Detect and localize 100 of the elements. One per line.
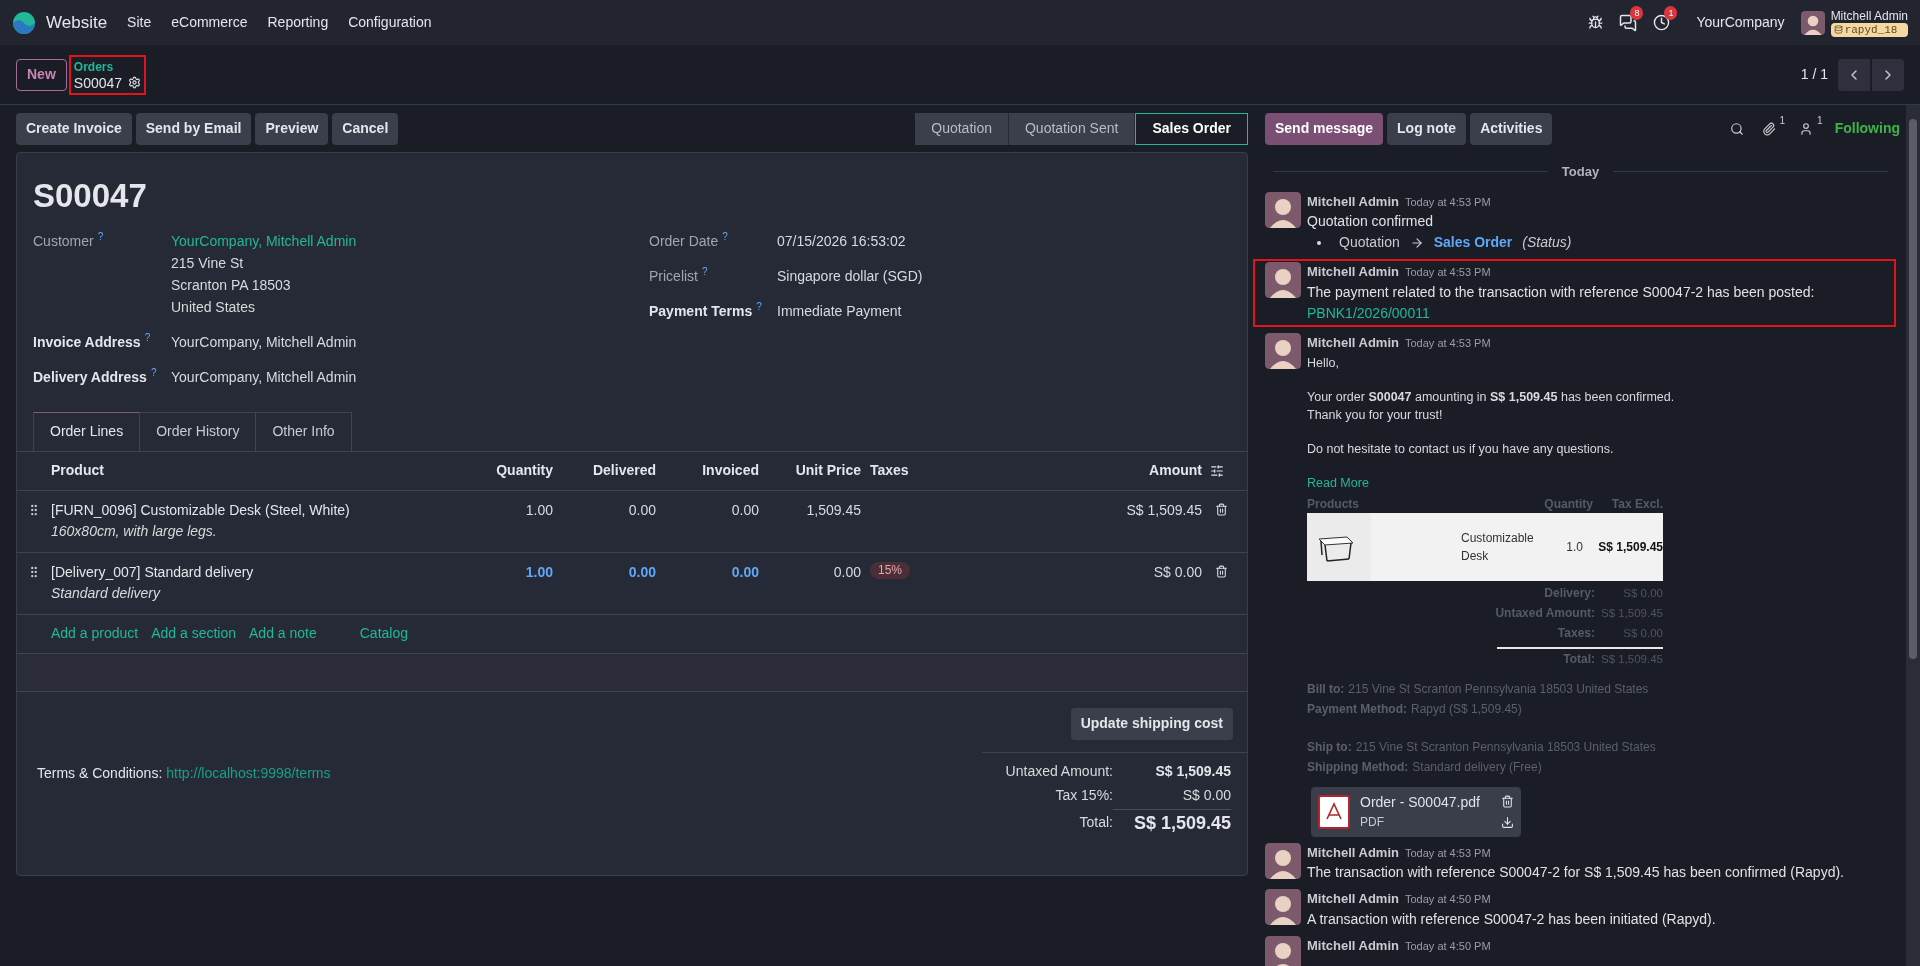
product-name: Customizable Desk bbox=[1461, 529, 1535, 565]
column-header[interactable]: Taxes bbox=[861, 460, 1061, 481]
column-header[interactable]: Product bbox=[51, 460, 470, 481]
delivered-cell-text: 0.00 bbox=[627, 500, 656, 520]
form-tab[interactable]: Order Lines bbox=[33, 411, 141, 451]
column-settings-icon[interactable] bbox=[1210, 463, 1224, 478]
column-header[interactable]: Quantity bbox=[470, 460, 553, 481]
summary-label: Delivery: bbox=[1544, 584, 1595, 602]
field-value: 07/15/2026 16:53:02 bbox=[777, 231, 906, 251]
amount-cell-text: S$ 0.00 bbox=[1152, 562, 1202, 582]
status-step[interactable]: Quotation Sent bbox=[1009, 112, 1136, 145]
logo-icon[interactable] bbox=[12, 10, 36, 35]
paperclip-icon[interactable] bbox=[1761, 121, 1776, 136]
product-name[interactable]: [FURN_0096] Customizable Desk (Steel, White) bbox=[51, 499, 470, 521]
chatter-button[interactable]: Activities bbox=[1470, 112, 1553, 145]
chatter-button[interactable]: Log note bbox=[1387, 112, 1467, 145]
delete-icon[interactable] bbox=[1215, 564, 1228, 578]
new-button[interactable]: New bbox=[16, 58, 67, 91]
avatar-icon bbox=[1265, 935, 1301, 966]
quantity-cell-text: 1.00 bbox=[524, 562, 553, 582]
help-mark[interactable]: ? bbox=[722, 230, 728, 243]
download-icon[interactable] bbox=[1501, 815, 1514, 829]
help-mark[interactable]: ? bbox=[150, 366, 157, 379]
bug-icon[interactable] bbox=[1588, 15, 1604, 30]
action-button[interactable]: Create Invoice bbox=[16, 112, 132, 145]
message-time: Today at 4:53 PM bbox=[1404, 265, 1491, 280]
add-line-link[interactable]: Add a product bbox=[51, 623, 139, 644]
address-label: Bill to: bbox=[1307, 680, 1345, 698]
address-label: Shipping Method: bbox=[1307, 758, 1409, 776]
menu-item[interactable]: Configuration bbox=[338, 12, 442, 33]
column-header: Products bbox=[1307, 495, 1360, 513]
column-header[interactable]: Unit Price bbox=[759, 460, 861, 481]
count-badge: 1 bbox=[1664, 6, 1678, 20]
terms-link[interactable]: http://localhost:9998/terms bbox=[166, 762, 331, 875]
add-line-link[interactable]: Catalog bbox=[359, 623, 408, 644]
update-shipping-button[interactable]: Update shipping cost bbox=[1070, 707, 1233, 740]
address-value: 215 Vine St Scranton Pennsylvania 18503 United States bbox=[1348, 680, 1649, 698]
user-name[interactable]: Mitchell Admin bbox=[1830, 8, 1908, 23]
invoiced-cell-text: 0.00 bbox=[730, 500, 759, 520]
unit-price-cell-text: 0.00 bbox=[832, 562, 861, 582]
new-value: Sales Order bbox=[1433, 233, 1513, 252]
payment-link[interactable]: PBNK1/2026/00011 bbox=[1307, 302, 1430, 324]
delete-icon[interactable] bbox=[1215, 502, 1228, 516]
search-icon[interactable] bbox=[1729, 121, 1744, 136]
help-mark[interactable]: ? bbox=[702, 265, 708, 278]
followers-icon[interactable] bbox=[1799, 121, 1814, 136]
chatter-button[interactable]: Send message bbox=[1265, 112, 1384, 145]
message-time: Today at 4:50 PM bbox=[1404, 892, 1491, 908]
tax-tag: 15% bbox=[870, 561, 911, 579]
field-label: Payment Terms bbox=[649, 301, 753, 321]
form-tab[interactable]: Other Info bbox=[256, 411, 352, 451]
email-text: Do not hesitate to contact us if you have any questions. bbox=[1307, 441, 1615, 458]
status-step[interactable]: Sales Order bbox=[1135, 112, 1248, 145]
column-header[interactable]: Amount bbox=[1061, 460, 1202, 481]
message-text: Quotation confirmed bbox=[1307, 212, 1435, 231]
action-button[interactable]: Send by Email bbox=[135, 112, 252, 145]
product-name[interactable]: [Delivery_007] Standard delivery bbox=[51, 561, 470, 583]
column-header[interactable]: Invoiced bbox=[656, 460, 759, 481]
settings-icon[interactable] bbox=[128, 76, 142, 89]
next-button[interactable] bbox=[1872, 58, 1904, 91]
date-separator: Today bbox=[1561, 163, 1600, 181]
field-label: Customer bbox=[33, 231, 94, 251]
total-value: S$ 1,509.45 bbox=[1154, 761, 1231, 781]
address-value: Standard delivery (Free) bbox=[1412, 758, 1542, 776]
address-label: Payment Method: bbox=[1307, 700, 1407, 718]
line-description: 160x80cm, with large legs. bbox=[51, 521, 218, 541]
read-more-link[interactable]: Read More bbox=[1307, 474, 1675, 493]
status-step[interactable]: Quotation bbox=[915, 112, 1009, 145]
menu-item[interactable]: Reporting bbox=[257, 12, 339, 33]
previous-button[interactable] bbox=[1838, 58, 1870, 91]
menu-item[interactable]: Site bbox=[117, 12, 162, 33]
total-label: Tax 15%: bbox=[1055, 785, 1113, 805]
help-mark[interactable]: ? bbox=[97, 230, 104, 243]
scrollbar-thumb[interactable] bbox=[1909, 119, 1917, 659]
action-button[interactable]: Cancel bbox=[332, 112, 399, 145]
message-text: A transaction with reference S00047-2 has been initiated (Rapyd). bbox=[1307, 909, 1716, 929]
scrollbar[interactable] bbox=[1906, 105, 1920, 966]
breadcrumb-link[interactable]: Orders bbox=[73, 58, 142, 75]
pager-value[interactable]: 1 / 1 bbox=[1800, 64, 1828, 85]
form-tab[interactable]: Order History bbox=[140, 411, 257, 451]
delete-icon[interactable] bbox=[1501, 794, 1514, 808]
field-value: United States bbox=[171, 297, 257, 317]
help-mark[interactable]: ? bbox=[144, 331, 151, 344]
author-name: Mitchell Admin bbox=[1307, 192, 1399, 211]
author-name: Mitchell Admin bbox=[1307, 890, 1399, 909]
message-text: The payment related to the transaction with reference S00047-2 has been posted: bbox=[1307, 282, 1815, 302]
clock-icon[interactable] bbox=[1653, 14, 1671, 31]
add-line-link[interactable]: Add a section bbox=[151, 623, 236, 644]
field-label: Invoice Address bbox=[33, 332, 141, 352]
action-button[interactable]: Preview bbox=[255, 112, 329, 145]
attachment-card[interactable]: Order - S00047.pdf PDF bbox=[1311, 786, 1521, 837]
column-header[interactable]: Delivered bbox=[553, 460, 656, 481]
following-button[interactable]: Following bbox=[1834, 118, 1900, 139]
message-time: Today at 4:50 PM bbox=[1404, 938, 1491, 954]
app-name[interactable]: Website bbox=[46, 9, 108, 36]
help-mark[interactable]: ? bbox=[756, 300, 762, 313]
menu-item[interactable]: eCommerce bbox=[161, 12, 258, 33]
customer-link[interactable]: YourCompany, Mitchell Admin bbox=[171, 230, 357, 252]
add-line-link[interactable]: Add a note bbox=[249, 623, 317, 644]
company-switcher[interactable]: YourCompany bbox=[1696, 12, 1785, 33]
